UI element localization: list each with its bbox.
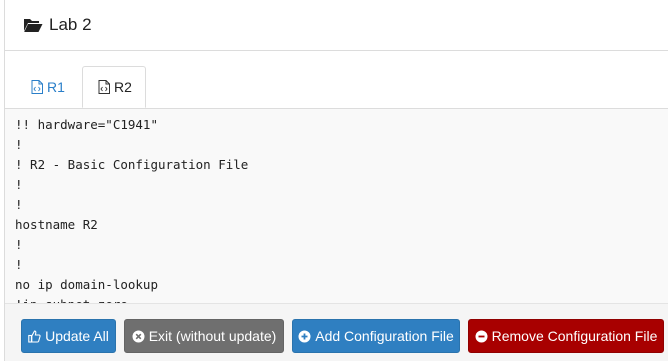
- thumbs-up-icon: [28, 329, 41, 343]
- config-line: !: [15, 237, 23, 252]
- plus-circle-icon: [298, 330, 311, 343]
- update-all-button[interactable]: Update All: [21, 319, 116, 353]
- action-bar: Update All Exit (without update) Add Con…: [5, 304, 668, 361]
- add-config-button[interactable]: Add Configuration File: [292, 319, 460, 353]
- tab-r2[interactable]: R2: [82, 66, 146, 108]
- config-line: !: [15, 137, 23, 152]
- button-label: Update All: [45, 328, 109, 344]
- config-text[interactable]: !! hardware="C1941"! ! R2 - Basic Configu…: [5, 109, 668, 303]
- lab-panel: Lab 2 R1 R2 !! hardware="C1941" ! ! R2 -…: [4, 0, 668, 361]
- config-line: no ip domain-lookup: [15, 277, 158, 292]
- config-line: !: [15, 177, 23, 192]
- button-label: Remove Configuration File: [491, 328, 658, 344]
- page-title: Lab 2: [49, 15, 92, 34]
- config-line: ! R2 - Basic Configuration File: [15, 157, 249, 172]
- file-code-icon: [31, 79, 43, 94]
- config-line: hostname R2: [15, 217, 98, 232]
- remove-config-button[interactable]: Remove Configuration File: [468, 319, 664, 353]
- device-tabs: R1 R2: [5, 51, 668, 109]
- config-line: !: [15, 197, 23, 212]
- minus-circle-icon: [475, 330, 488, 343]
- config-editor[interactable]: !! hardware="C1941"! ! R2 - Basic Configu…: [5, 109, 668, 304]
- tab-label: R1: [47, 78, 65, 95]
- button-label: Exit (without update): [148, 328, 277, 344]
- config-line: !! hardware="C1941": [15, 117, 158, 132]
- button-label: Add Configuration File: [315, 328, 454, 344]
- config-line: !ip subnet-zero: [15, 295, 659, 303]
- tab-r1[interactable]: R1: [16, 66, 80, 107]
- config-line: !: [15, 257, 23, 272]
- panel-header: Lab 2: [5, 0, 668, 51]
- file-code-icon: [98, 80, 110, 94]
- folder-open-icon: [23, 17, 43, 33]
- tab-label: R2: [114, 79, 132, 95]
- times-circle-icon: [132, 330, 145, 343]
- exit-button[interactable]: Exit (without update): [124, 319, 284, 353]
